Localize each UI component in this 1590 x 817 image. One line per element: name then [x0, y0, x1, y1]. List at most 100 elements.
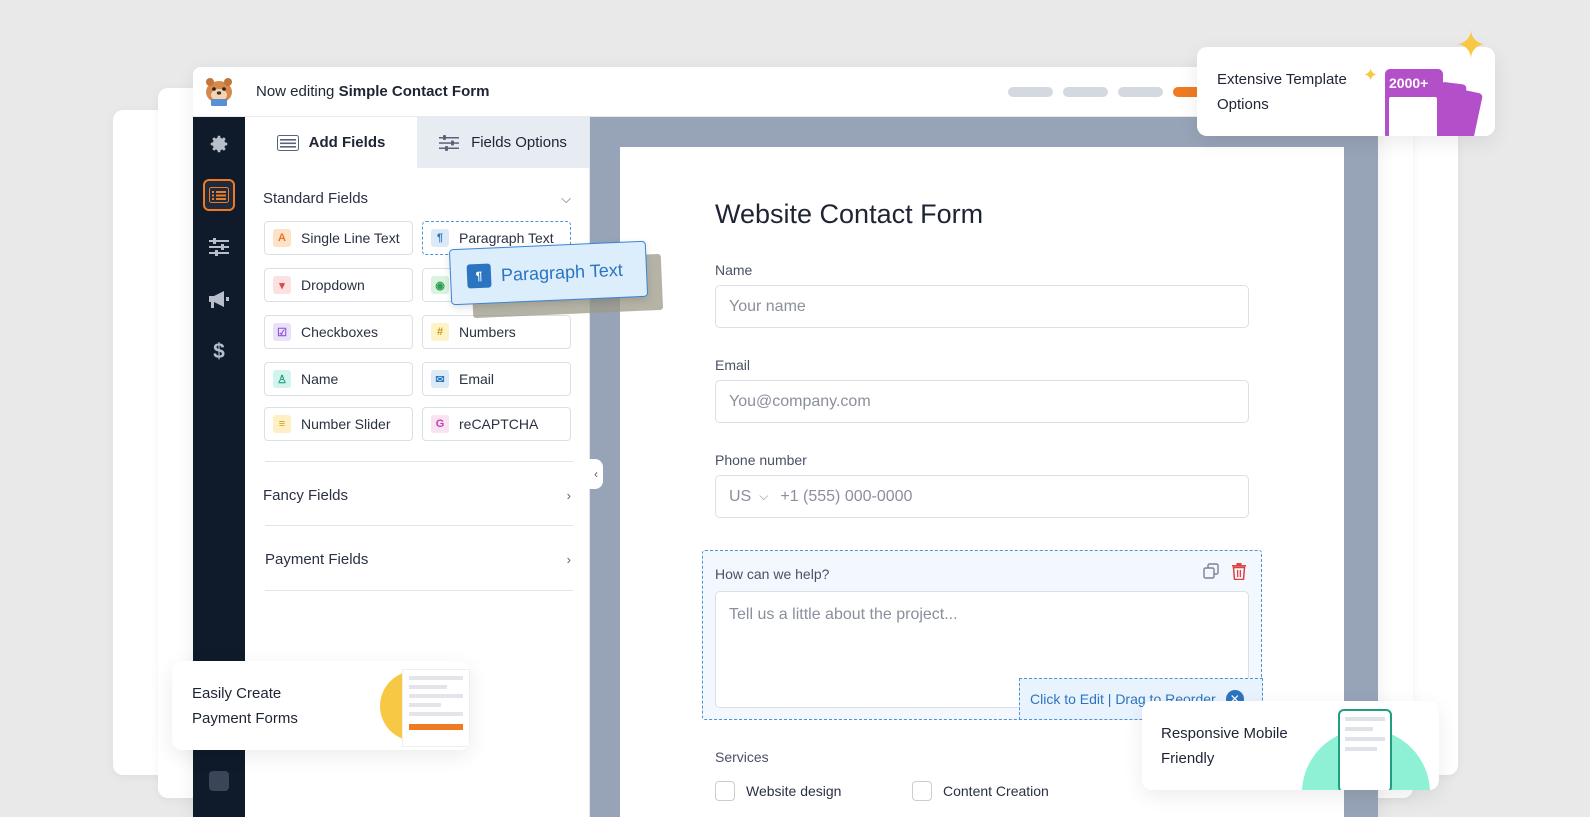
templates-promo-card: Extensive Template Options ✦ 2000+	[1197, 47, 1495, 136]
field-button-label: Checkboxes	[301, 324, 379, 340]
field-button-label: Email	[459, 371, 495, 387]
gear-icon[interactable]	[203, 128, 235, 160]
field-button-label: Numbers	[459, 324, 516, 340]
mobile-friendly-promo-card: Responsive Mobile Friendly	[1142, 701, 1439, 790]
chevron-right-icon: ›	[566, 552, 571, 567]
section-title: Fancy Fields	[263, 487, 349, 504]
dollar-icon[interactable]: $	[203, 336, 235, 368]
dragged-field-chip[interactable]: ¶ Paragraph Text	[448, 240, 649, 306]
phone-placeholder: +1 (555) 000-0000	[780, 487, 913, 505]
panel-tabs: Add Fields Fields Options	[245, 117, 589, 168]
services-label: Services	[715, 749, 769, 765]
chevron-down-icon: ⌵	[561, 190, 571, 206]
square-icon[interactable]	[203, 765, 235, 797]
toolbar-pill[interactable]	[1063, 87, 1108, 97]
email-label: Email	[715, 357, 751, 373]
trash-icon[interactable]	[1231, 563, 1247, 585]
service-option[interactable]: Content Creation	[912, 781, 1049, 801]
toolbar-pill[interactable]	[1118, 87, 1163, 97]
toolbar-pill[interactable]	[1008, 87, 1053, 97]
sliders-icon[interactable]	[203, 231, 235, 263]
toolbar-placeholder	[1008, 87, 1218, 97]
checkbox[interactable]	[715, 781, 735, 801]
field-button[interactable]: ✉ Email	[422, 362, 571, 396]
field-tools	[1203, 563, 1247, 585]
tab-label: Fields Options	[471, 134, 567, 151]
fancy-fields-header[interactable]: Fancy Fields ›	[263, 487, 571, 504]
form-list-icon[interactable]	[203, 179, 235, 211]
form-name: Simple Contact Form	[338, 83, 490, 100]
field-button[interactable]: A Single Line Text	[264, 221, 413, 255]
email-field[interactable]: You@company.com	[715, 380, 1249, 423]
chevron-down-icon: ⌵	[759, 489, 769, 503]
dropdown-icon: ▾	[273, 276, 291, 294]
paragraph-icon: ¶	[466, 263, 492, 289]
promo-line: Payment Forms	[192, 710, 298, 727]
field-button-label: Single Line Text	[301, 230, 400, 246]
sliders-icon	[439, 134, 461, 151]
google-icon: G	[431, 415, 449, 433]
name-field[interactable]: Your name	[715, 285, 1249, 328]
checkbox[interactable]	[912, 781, 932, 801]
email-placeholder: You@company.com	[729, 392, 871, 410]
list-icon	[276, 134, 299, 151]
megaphone-icon[interactable]	[203, 283, 235, 315]
sparkle-icon: ✦	[1363, 65, 1379, 85]
radio-icon: ◉	[431, 276, 449, 294]
service-option[interactable]: Website design	[715, 781, 841, 801]
mail-icon: ✉	[431, 370, 449, 388]
field-button[interactable]: # Numbers	[422, 315, 571, 349]
template-count-badge: 2000+	[1389, 75, 1429, 91]
payment-forms-promo-card: Easily Create Payment Forms	[172, 661, 470, 750]
template-cards-illustration: 2000+	[1385, 69, 1495, 136]
promo-line: Extensive Template	[1217, 71, 1347, 88]
form-title[interactable]: Website Contact Form	[715, 199, 983, 230]
tab-fields-options[interactable]: Fields Options	[417, 117, 589, 168]
field-button-label: reCAPTCHA	[459, 416, 539, 432]
mobile-illustration	[1302, 701, 1439, 790]
field-button-label: Paragraph Text	[459, 230, 554, 246]
slider-icon: ≡	[273, 415, 291, 433]
divider	[265, 590, 573, 591]
user-icon: ♙	[273, 370, 291, 388]
selected-field-help[interactable]: How can we help? Tell us a little about …	[702, 550, 1263, 720]
chevron-right-icon: ›	[566, 488, 571, 503]
logo	[193, 67, 245, 117]
tab-add-fields[interactable]: Add Fields	[245, 117, 417, 168]
page-title: Now editing Simple Contact Form	[256, 83, 489, 100]
drag-chip-label: Paragraph Text	[500, 259, 624, 285]
promo-line: Easily Create	[192, 685, 282, 702]
field-button[interactable]: ▾ Dropdown	[264, 268, 413, 302]
collapse-panel-button[interactable]: ‹	[589, 459, 603, 489]
payment-fields-header[interactable]: Payment Fields ›	[265, 551, 571, 568]
field-button-label: Number Slider	[301, 416, 391, 432]
name-placeholder: Your name	[729, 297, 806, 315]
field-button-label: Name	[301, 371, 339, 387]
help-placeholder: Tell us a little about the project...	[729, 606, 958, 623]
option-label: Content Creation	[943, 783, 1049, 799]
option-label: Website design	[746, 783, 842, 799]
field-button[interactable]: ☑ Checkboxes	[264, 315, 413, 349]
title-prefix: Now editing	[256, 83, 335, 100]
field-button[interactable]: GreCAPTCHA	[422, 407, 571, 441]
field-button[interactable]: ♙ Name	[264, 362, 413, 396]
field-button-label: Dropdown	[301, 277, 365, 293]
divider	[265, 461, 573, 462]
hash-icon: #	[431, 323, 449, 341]
promo-line: Options	[1217, 96, 1269, 113]
country-select[interactable]: US	[729, 488, 751, 506]
payment-form-illustration	[380, 661, 470, 750]
duplicate-icon[interactable]	[1203, 563, 1219, 585]
name-label: Name	[715, 262, 753, 278]
phone-field[interactable]: US ⌵ +1 (555) 000-0000	[715, 475, 1249, 518]
help-label: How can we help?	[715, 566, 830, 582]
paragraph-icon: ¶	[431, 229, 449, 247]
field-button[interactable]: ≡ Number Slider	[264, 407, 413, 441]
divider	[265, 525, 573, 526]
text-icon: A	[273, 229, 291, 247]
section-title: Payment Fields	[265, 551, 369, 568]
phone-label: Phone number	[715, 452, 807, 468]
standard-fields-header[interactable]: Standard Fields ⌵	[263, 190, 571, 207]
promo-line: Friendly	[1161, 750, 1215, 767]
tab-label: Add Fields	[308, 134, 386, 151]
